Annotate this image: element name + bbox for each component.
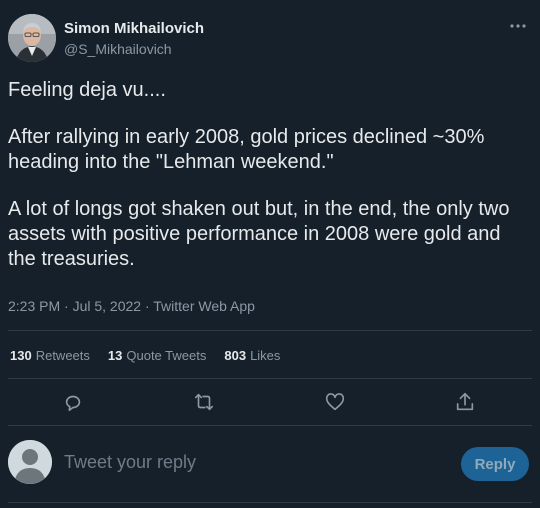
tweet-paragraph: Feeling deja vu.... (8, 79, 166, 101)
quotes-count: 13 (107, 348, 123, 363)
author-photo (8, 14, 56, 62)
author-handle[interactable]: @S_Mikhailovich (64, 41, 172, 57)
tweet-paragraph: After rallying in early 2008, gold price… (8, 126, 485, 173)
reply-input[interactable] (64, 448, 444, 476)
tweet-header: Simon Mikhailovich @S_Mikhailovich (0, 0, 540, 70)
divider (8, 330, 532, 331)
divider (8, 502, 532, 503)
retweets-count: 130 (10, 348, 32, 363)
reply-composer: Reply (0, 432, 540, 502)
tweet-card: Simon Mikhailovich @S_Mikhailovich Feeli… (0, 0, 540, 508)
author-avatar[interactable] (8, 14, 56, 62)
tweet-text: Feeling deja vu.... After rallying in ea… (8, 78, 532, 294)
retweets-label: Retweets (35, 348, 90, 363)
tweet-stats: 130 Retweets 13 Quote Tweets 803 Likes (10, 348, 280, 363)
tweet-timestamp[interactable]: 2:23 PM · Jul 5, 2022 · Twitter Web App (8, 298, 255, 314)
more-options-icon[interactable] (508, 16, 528, 36)
reply-icon[interactable] (62, 391, 84, 413)
quotes-label: Quote Tweets (126, 348, 207, 363)
tweet-paragraph: A lot of longs got shaken out but, in th… (8, 198, 510, 270)
quote-tweets-stat[interactable]: 13 Quote Tweets (108, 348, 206, 363)
tweet-actions (0, 385, 540, 419)
divider (8, 425, 532, 426)
author-name[interactable]: Simon Mikhailovich (64, 20, 204, 37)
default-avatar-icon (8, 440, 52, 484)
likes-stat[interactable]: 803 Likes (224, 348, 280, 363)
retweets-stat[interactable]: 130 Retweets (10, 348, 90, 363)
like-icon[interactable] (324, 391, 346, 413)
retweet-icon[interactable] (193, 391, 215, 413)
share-icon[interactable] (454, 391, 476, 413)
reply-button[interactable]: Reply (461, 447, 529, 481)
likes-label: Likes (250, 348, 281, 363)
divider (8, 378, 532, 379)
likes-count: 803 (224, 348, 247, 363)
